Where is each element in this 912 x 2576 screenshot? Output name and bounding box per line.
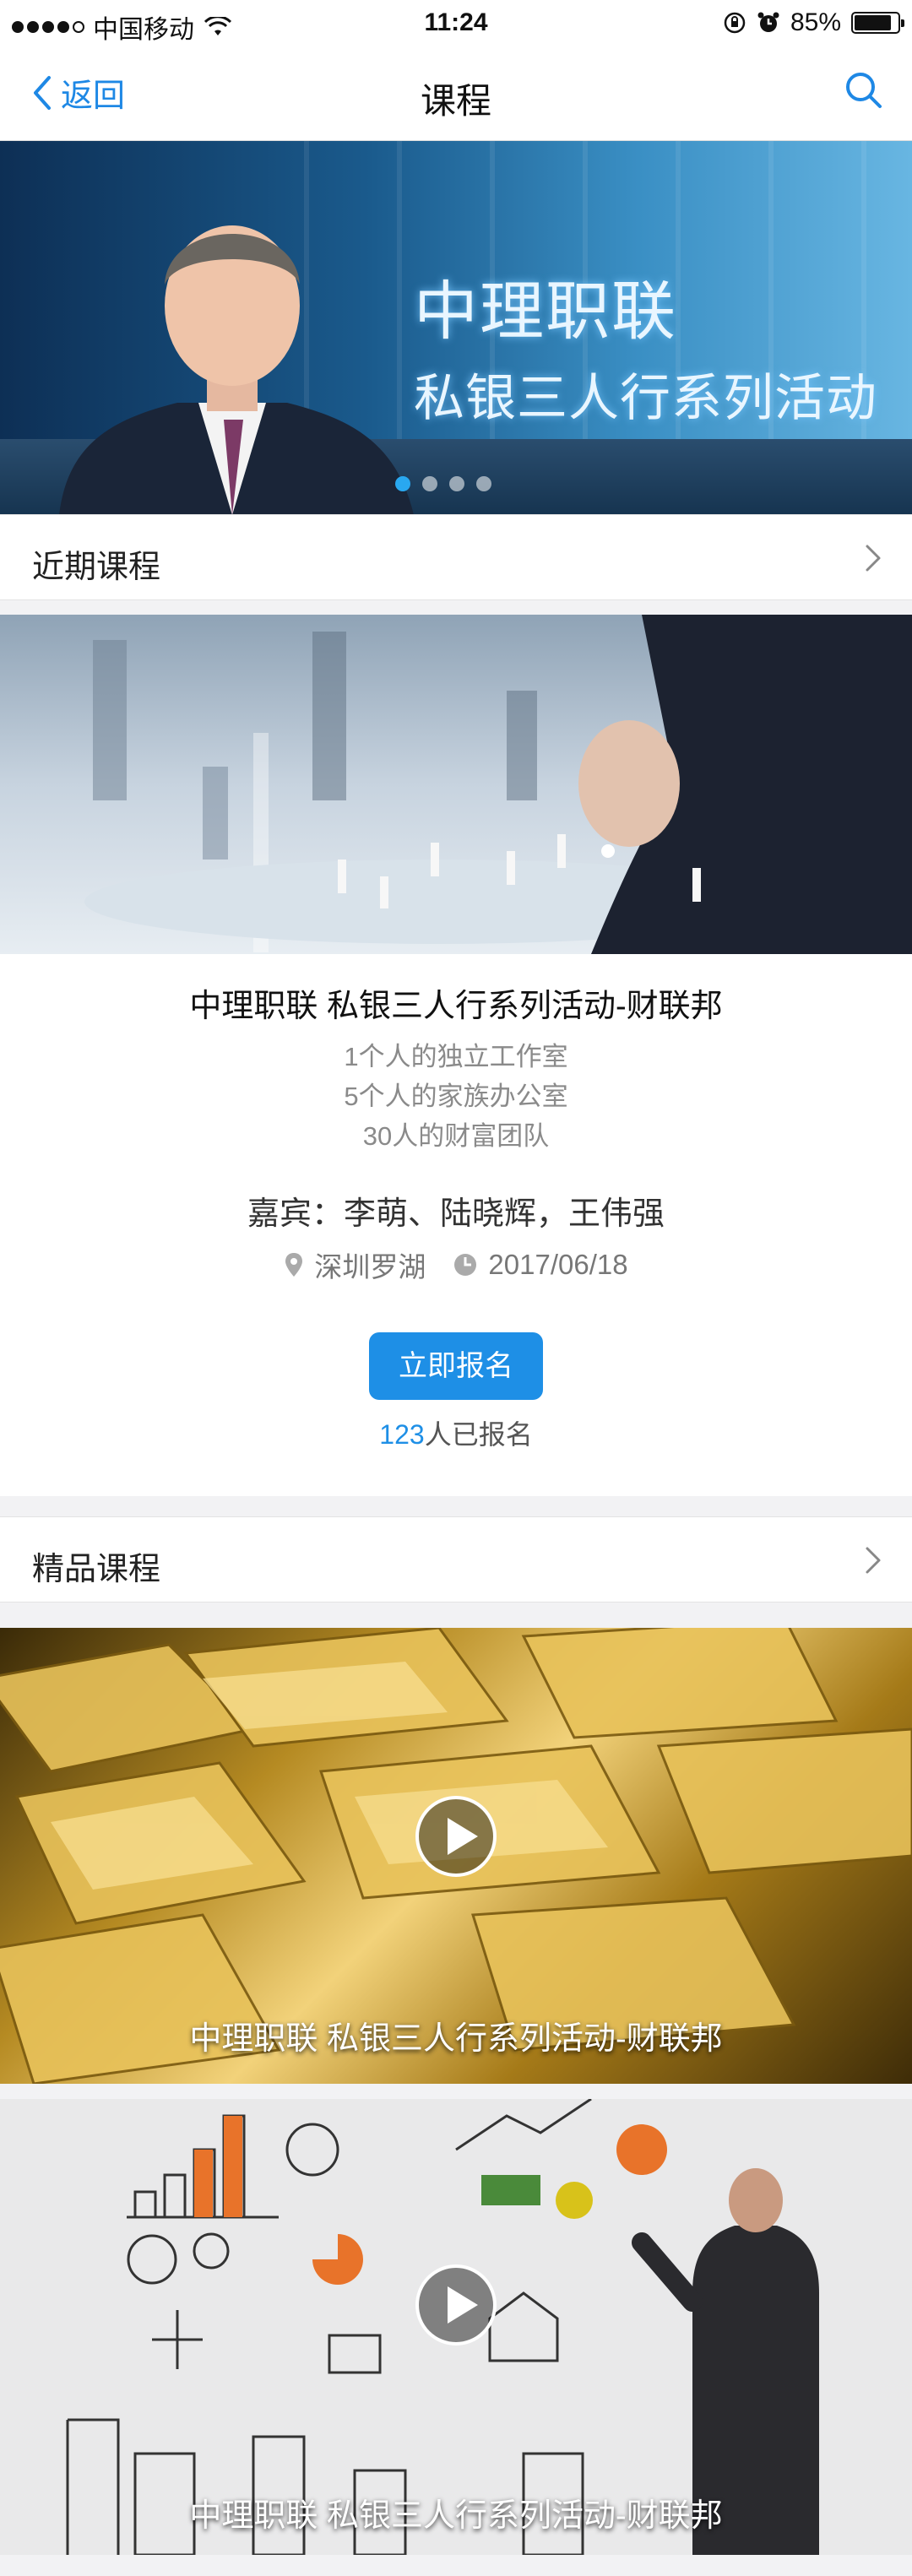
carousel-dot[interactable] <box>422 476 437 491</box>
course-card[interactable]: 中理职联 私银三人行系列活动-财联邦 1个人的独立工作室 5个人的家族办公室 3… <box>0 615 912 1496</box>
banner-title-line1: 中理职联 <box>414 276 677 348</box>
carousel-dot[interactable] <box>476 476 491 491</box>
chevron-right-icon <box>866 545 881 572</box>
play-button[interactable] <box>415 1796 497 1877</box>
location-item: 深圳罗湖 <box>284 1245 426 1285</box>
course-title: 中理职联 私银三人行系列活动-财联邦 <box>189 989 723 1024</box>
signup-button[interactable]: 立即报名 <box>369 1332 543 1400</box>
recent-courses-header[interactable]: 近期课程 <box>0 514 912 600</box>
section-title-premium: 精品课程 <box>32 1552 161 1587</box>
video-caption: 中理职联 私银三人行系列活动-财联邦 <box>189 2021 723 2057</box>
banner-title-line2: 私银三人行系列活动 <box>414 370 877 426</box>
course-meta: 深圳罗湖 2017/06/18 <box>0 1245 912 1285</box>
search-button[interactable] <box>844 71 883 114</box>
chevron-right-icon <box>866 1547 881 1574</box>
video-card[interactable]: 中理职联 私银三人行系列活动-财联邦 <box>0 2099 912 2555</box>
premium-courses-header[interactable]: 精品课程 <box>0 1516 912 1603</box>
location-pin-icon <box>285 1253 303 1277</box>
battery-percent: 85% <box>790 8 841 36</box>
search-icon <box>846 73 882 108</box>
play-button[interactable] <box>415 2264 497 2346</box>
signup-count-suffix: 人已报名 <box>424 1419 533 1450</box>
video-caption: 中理职联 私银三人行系列活动-财联邦 <box>189 2498 723 2534</box>
course-date: 2017/06/18 <box>488 1249 628 1280</box>
banner-text: 中理职联 私银三人行系列活动 <box>414 259 877 431</box>
carousel-dot[interactable] <box>449 476 464 491</box>
alarm-icon <box>757 12 779 32</box>
date-item: 2017/06/18 <box>453 1249 628 1281</box>
banner-carousel[interactable]: 中理职联 私银三人行系列活动 <box>0 141 912 515</box>
status-right: 85% <box>723 8 904 37</box>
carousel-indicator[interactable] <box>395 476 491 491</box>
signup-count-number: 123 <box>379 1419 425 1450</box>
course-location: 深圳罗湖 <box>314 1251 426 1283</box>
battery-icon <box>851 12 904 34</box>
carousel-dot[interactable] <box>395 476 410 491</box>
nav-bar: 返回 课程 <box>0 49 912 141</box>
signup-count: 123人已报名 <box>0 1413 912 1452</box>
page-title: 课程 <box>420 81 491 121</box>
course-guests: 嘉宾：李萌、陆晓辉，王伟强 <box>247 1196 665 1232</box>
course-cover-image <box>0 615 912 954</box>
course-desc-line: 5个人的家族办公室 <box>344 1082 568 1111</box>
section-title-recent: 近期课程 <box>32 550 161 585</box>
status-bar: 中国移动 11:24 85% <box>0 0 912 49</box>
clock-icon <box>454 1254 477 1276</box>
course-desc-line: 1个人的独立工作室 <box>344 1042 568 1071</box>
course-desc-line: 30人的财富团队 <box>362 1121 550 1151</box>
banner-businessman-image <box>59 225 414 515</box>
video-card[interactable]: 中理职联 私银三人行系列活动-财联邦 <box>0 1628 912 2084</box>
orientation-lock-icon <box>724 12 746 34</box>
course-description: 1个人的独立工作室 5个人的家族办公室 30人的财富团队 <box>0 1037 912 1156</box>
